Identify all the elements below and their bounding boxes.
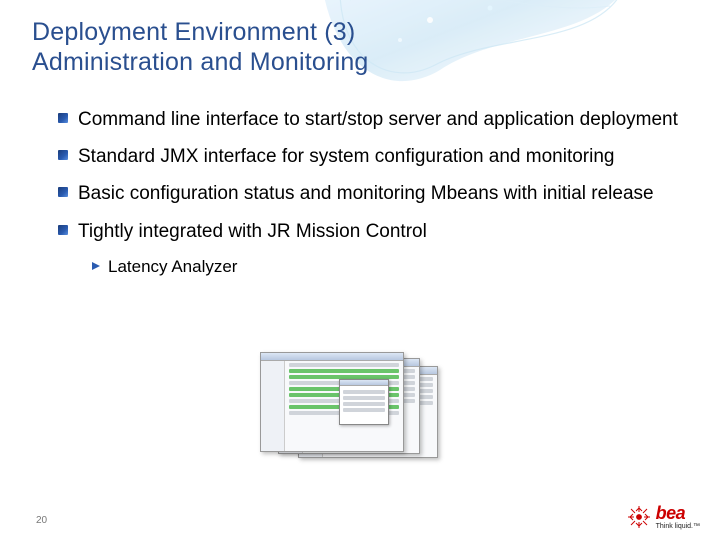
bullet-icon xyxy=(58,150,68,160)
burst-icon xyxy=(626,504,652,530)
body-content: Command line interface to start/stop ser… xyxy=(58,108,680,277)
bullet-icon xyxy=(58,225,68,235)
logo-brand: bea xyxy=(656,504,686,522)
triangle-bullet-icon xyxy=(92,262,100,270)
slide-title: Deployment Environment (3) Administratio… xyxy=(32,18,369,77)
page-number: 20 xyxy=(36,515,47,526)
sub-bullet-text: Latency Analyzer xyxy=(108,257,237,277)
dialog-thumb xyxy=(339,379,389,425)
bullet-text: Command line interface to start/stop ser… xyxy=(78,108,680,131)
bullet-item: Standard JMX interface for system config… xyxy=(58,145,680,168)
bullet-text: Basic configuration status and monitorin… xyxy=(78,182,680,205)
logo-text: bea Think liquid.™ xyxy=(656,504,700,530)
bullet-text: Standard JMX interface for system config… xyxy=(78,145,680,168)
title-line-2: Administration and Monitoring xyxy=(32,48,369,76)
bullet-item: Basic configuration status and monitorin… xyxy=(58,182,680,205)
bullet-item: Command line interface to start/stop ser… xyxy=(58,108,680,131)
bullet-text: Tightly integrated with JR Mission Contr… xyxy=(78,220,680,243)
sub-bullet-item: Latency Analyzer xyxy=(92,257,680,277)
bullet-icon xyxy=(58,113,68,123)
title-line-1: Deployment Environment (3) xyxy=(32,18,355,46)
logo-tagline: Think liquid.™ xyxy=(656,523,700,530)
bullet-icon xyxy=(58,187,68,197)
slide: Deployment Environment (3) Administratio… xyxy=(0,0,720,540)
bea-logo: bea Think liquid.™ xyxy=(626,504,700,530)
screenshot-thumbnails xyxy=(260,352,480,472)
bullet-item: Tightly integrated with JR Mission Contr… xyxy=(58,220,680,243)
window-thumb-front xyxy=(260,352,404,452)
